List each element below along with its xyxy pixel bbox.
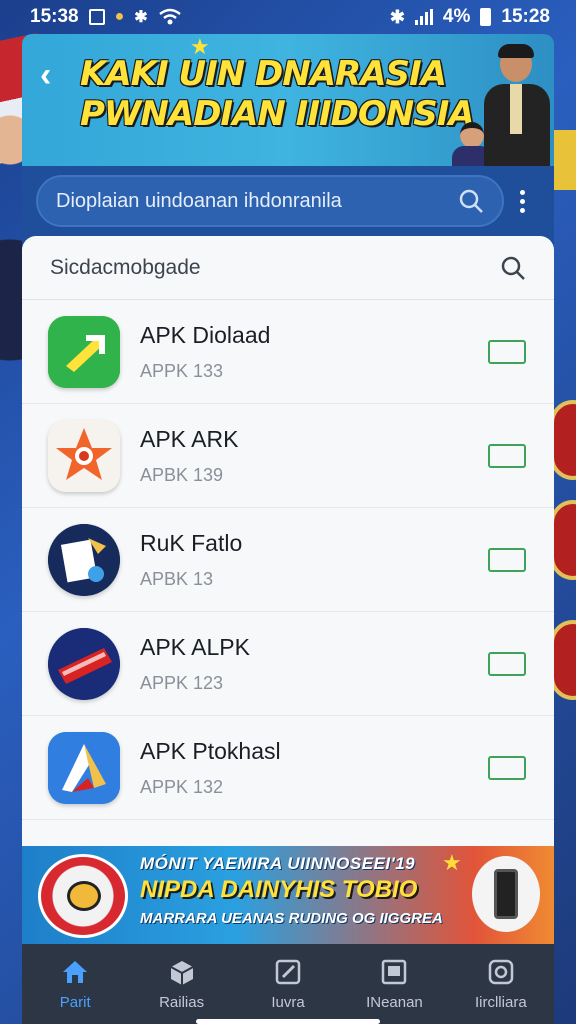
battery-percent: 4% [442,6,471,27]
nav-label: Railias [159,993,205,1011]
app-version: APBK 139 [140,464,224,485]
app-window: ‹ ★ KAKI UIN DNARASIA PWNADIAN IIIDONSIA… [22,34,554,1024]
background-gold [552,130,576,190]
promo-line-1: MÓNIT YAEMIRA UIINNOSEEI'19 [140,854,416,873]
list-item[interactable]: APK Ptokhasl APPK 132 [22,716,554,820]
list-item[interactable]: APK ARK APBK 139 [22,404,554,508]
edit-icon [275,959,301,984]
download-button[interactable] [488,547,526,572]
dog-icon: ● [114,8,125,25]
app-list-card: Sicdacmobgade APK Diolaad APPK 133 APK A… [22,236,554,846]
download-button[interactable] [488,443,526,468]
promo-line-3: MARRARA UEANAS RUDING OG IIGGREA [140,910,443,927]
nav-label: INeanan [366,993,423,1011]
app-version: APPK 132 [140,776,224,797]
home-indicator[interactable] [196,1019,380,1024]
star-icon: ★ [442,850,462,875]
nav-item-home[interactable]: Parit [22,944,128,1024]
list-item[interactable]: APK Diolaad APPK 133 [22,300,554,404]
bottom-navigation: Parit Railias Iuvra INeanan Iirclliara [22,944,554,1024]
nav-label: Parit [59,993,91,1011]
signal-icon [414,9,433,25]
header-banner: ‹ ★ KAKI UIN DNARASIA PWNADIAN IIIDONSIA [22,34,554,166]
settings-icon [488,959,514,984]
card-header: Sicdacmobgade [22,236,554,300]
banner-title: KAKI UIN DNARASIA PWNADIAN IIIDONSIA [80,54,475,134]
status-bar: 15:38 ● ✱ ✱ 4% 15:28 [0,0,576,34]
app-version: APPK 133 [140,360,224,381]
download-button[interactable] [488,339,526,364]
app-name: APK ALPK [140,633,250,660]
search-input[interactable]: Dioplaian uindoanan ihdonranila [36,175,504,227]
nav-item-settings[interactable]: Iirclliara [448,944,554,1024]
download-button[interactable] [488,651,526,676]
promo-banner[interactable]: MÓNIT YAEMIRA UIINNOSEEI'19 NIPDA DAINYH… [22,846,554,944]
status-time-right: 15:28 [501,6,550,27]
nav-label: Iuvra [271,993,305,1011]
orange-star-icon [48,419,120,492]
app-version: APPK 123 [140,672,224,693]
home-icon [63,960,88,983]
app-version: APBK 13 [140,568,214,589]
settings-icon: ✱ [134,9,148,26]
app-name: RuK Fatlo [140,529,243,556]
card-title: Sicdacmobgade [50,255,201,279]
nav-item-screen[interactable]: INeanan [341,944,447,1024]
download-button[interactable] [488,755,526,780]
green-download-icon [48,315,120,388]
bluetooth-icon: ✱ [389,6,405,27]
nav-item-box[interactable]: Railias [128,944,234,1024]
app-name: APK ARK [140,425,239,452]
search-row: Dioplaian uindoanan ihdonranila [22,166,554,236]
battery-icon [480,8,492,26]
back-arrow-icon[interactable]: ‹ [40,56,51,95]
app-name: APK Diolaad [140,321,271,348]
card-search-icon[interactable] [500,255,526,281]
more-options-icon[interactable] [504,189,540,213]
app-name: APK Ptokhasl [140,737,281,764]
box-icon [170,960,194,985]
list-item[interactable]: RuK Fatlo APBK 13 [22,508,554,612]
blue-arrow-icon [48,731,120,804]
status-time: 15:38 [30,6,79,27]
search-icon[interactable] [458,188,484,214]
promo-line-2: NIPDA DAINYHIS TOBIO [140,876,418,903]
wifi-icon [158,8,181,25]
mascot-badge-icon [38,854,128,938]
screen-icon [382,959,407,984]
red-ticket-icon [48,627,120,700]
document-brush-icon [48,523,120,596]
banner-person [480,44,554,166]
notification-icon [88,9,105,25]
list-item[interactable]: APK ALPK APPK 123 [22,612,554,716]
nav-item-edit[interactable]: Iuvra [235,944,341,1024]
search-placeholder: Dioplaian uindoanan ihdonranila [56,189,342,212]
phone-icon [472,856,540,932]
nav-label: Iirclliara [474,993,527,1011]
